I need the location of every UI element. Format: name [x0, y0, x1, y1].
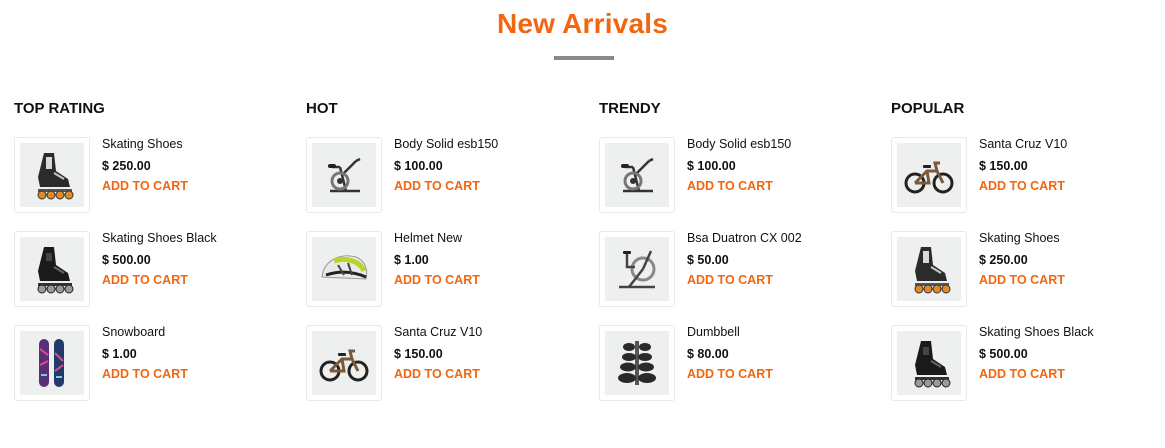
product-price: $ 150.00 [394, 347, 443, 361]
product-thumbnail[interactable] [306, 231, 382, 307]
add-to-cart-link[interactable]: ADD TO CART [394, 273, 480, 287]
product-price: $ 1.00 [394, 253, 429, 267]
product-thumbnail[interactable] [306, 325, 382, 401]
product-item: Helmet New $ 1.00 ADD TO CART [306, 231, 576, 325]
add-to-cart-link[interactable]: ADD TO CART [102, 179, 188, 193]
inline-skate-icon [20, 143, 84, 207]
product-item: Bsa Duatron CX 002 $ 50.00 ADD TO CART [599, 231, 869, 325]
product-thumbnail[interactable] [599, 137, 675, 213]
product-name[interactable]: Snowboard [102, 325, 165, 339]
snowboard-icon [20, 331, 84, 395]
product-price: $ 500.00 [979, 347, 1028, 361]
product-price: $ 500.00 [102, 253, 151, 267]
product-name[interactable]: Skating Shoes Black [102, 231, 217, 245]
add-to-cart-link[interactable]: ADD TO CART [979, 179, 1065, 193]
product-thumbnail[interactable] [891, 137, 967, 213]
product-name[interactable]: Body Solid esb150 [687, 137, 791, 151]
product-name[interactable]: Bsa Duatron CX 002 [687, 231, 802, 245]
product-price: $ 1.00 [102, 347, 137, 361]
column-top-rating: TOP RATING Skating Shoes $ 250.00 ADD TO… [14, 98, 284, 419]
column-hot: HOT Body Solid esb150 $ 100.00 ADD TO CA… [306, 98, 576, 419]
column-heading: HOT [306, 100, 338, 117]
helmet-icon [312, 237, 376, 301]
product-thumbnail[interactable] [891, 325, 967, 401]
product-price: $ 100.00 [394, 159, 443, 173]
exercise-bike-icon [605, 143, 669, 207]
add-to-cart-link[interactable]: ADD TO CART [102, 367, 188, 381]
product-price: $ 250.00 [102, 159, 151, 173]
product-price: $ 80.00 [687, 347, 729, 361]
product-thumbnail[interactable] [306, 137, 382, 213]
product-item: Body Solid esb150 $ 100.00 ADD TO CART [599, 137, 869, 231]
add-to-cart-link[interactable]: ADD TO CART [102, 273, 188, 287]
product-thumbnail[interactable] [14, 325, 90, 401]
title-divider [554, 56, 614, 60]
add-to-cart-link[interactable]: ADD TO CART [394, 179, 480, 193]
product-name[interactable]: Dumbbell [687, 325, 740, 339]
air-bike-icon [605, 237, 669, 301]
product-item: Snowboard $ 1.00 ADD TO CART [14, 325, 284, 419]
column-trendy: TRENDY Body Solid esb150 $ 100.00 ADD TO… [599, 98, 869, 419]
product-price: $ 250.00 [979, 253, 1028, 267]
inline-skate-icon [897, 237, 961, 301]
product-name[interactable]: Skating Shoes [979, 231, 1060, 245]
mountain-bike-icon [897, 143, 961, 207]
product-item: Skating Shoes $ 250.00 ADD TO CART [891, 231, 1161, 325]
add-to-cart-link[interactable]: ADD TO CART [979, 367, 1065, 381]
product-name[interactable]: Skating Shoes Black [979, 325, 1094, 339]
column-heading: TOP RATING [14, 100, 105, 117]
column-heading: POPULAR [891, 100, 965, 117]
add-to-cart-link[interactable]: ADD TO CART [687, 367, 773, 381]
product-thumbnail[interactable] [14, 231, 90, 307]
add-to-cart-link[interactable]: ADD TO CART [979, 273, 1065, 287]
product-name[interactable]: Santa Cruz V10 [979, 137, 1067, 151]
add-to-cart-link[interactable]: ADD TO CART [687, 273, 773, 287]
exercise-bike-icon [312, 143, 376, 207]
product-item: Skating Shoes Black $ 500.00 ADD TO CART [891, 325, 1161, 419]
add-to-cart-link[interactable]: ADD TO CART [394, 367, 480, 381]
product-item: Dumbbell $ 80.00 ADD TO CART [599, 325, 869, 419]
product-name[interactable]: Body Solid esb150 [394, 137, 498, 151]
add-to-cart-link[interactable]: ADD TO CART [687, 179, 773, 193]
column-heading: TRENDY [599, 100, 661, 117]
product-name[interactable]: Santa Cruz V10 [394, 325, 482, 339]
product-thumbnail[interactable] [891, 231, 967, 307]
inline-skate-black-icon [20, 237, 84, 301]
product-name[interactable]: Skating Shoes [102, 137, 183, 151]
column-popular: POPULAR Santa Cruz V10 $ 150.00 ADD TO C… [891, 98, 1161, 419]
inline-skate-black-icon [897, 331, 961, 395]
mountain-bike-icon [312, 331, 376, 395]
product-thumbnail[interactable] [599, 325, 675, 401]
product-price: $ 50.00 [687, 253, 729, 267]
product-name[interactable]: Helmet New [394, 231, 462, 245]
product-item: Skating Shoes $ 250.00 ADD TO CART [14, 137, 284, 231]
product-thumbnail[interactable] [599, 231, 675, 307]
product-price: $ 150.00 [979, 159, 1028, 173]
section-title: New Arrivals [496, 8, 668, 39]
product-item: Santa Cruz V10 $ 150.00 ADD TO CART [306, 325, 576, 419]
dumbbell-rack-icon [605, 331, 669, 395]
product-item: Body Solid esb150 $ 100.00 ADD TO CART [306, 137, 576, 231]
product-item: Santa Cruz V10 $ 150.00 ADD TO CART [891, 137, 1161, 231]
product-item: Skating Shoes Black $ 500.00 ADD TO CART [14, 231, 284, 325]
product-thumbnail[interactable] [14, 137, 90, 213]
product-price: $ 100.00 [687, 159, 736, 173]
